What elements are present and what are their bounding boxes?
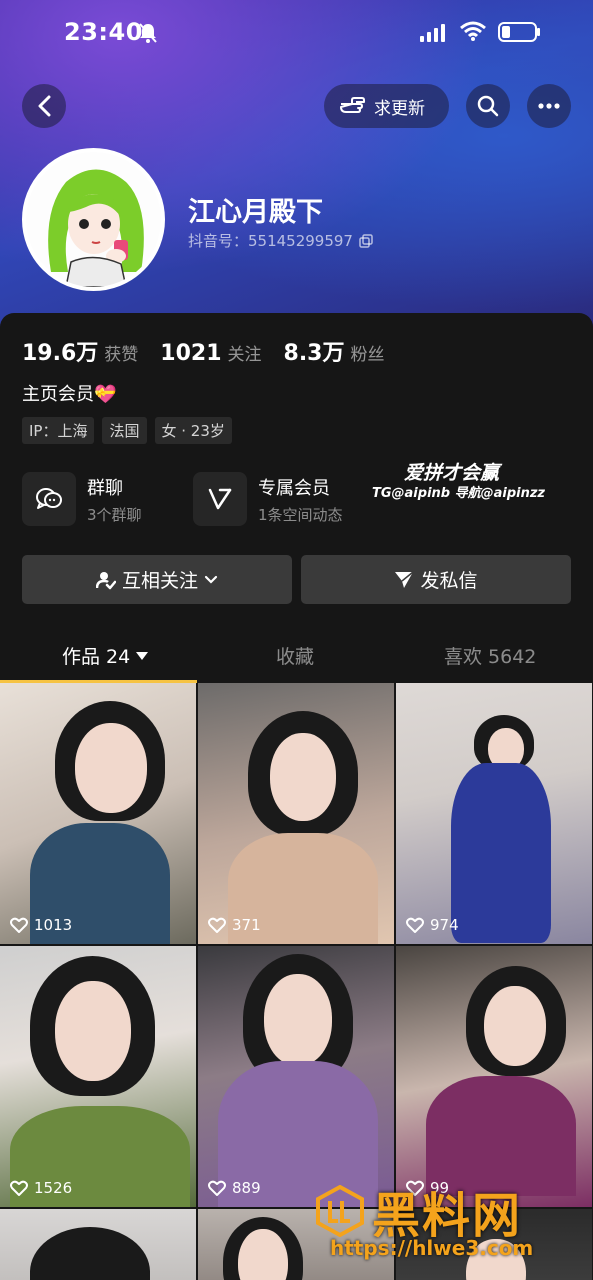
group-chat-icon-box (22, 472, 76, 526)
like-count-value: 974 (430, 916, 459, 934)
like-count: 371 (208, 916, 261, 934)
tab-favorites[interactable]: 收藏 (276, 642, 314, 669)
more-dots-icon (538, 103, 560, 109)
profile-nickname: 江心月殿下 (188, 197, 323, 228)
mutual-follow-label: 互相关注 (121, 570, 198, 592)
video-thumbnail[interactable]: 974 (396, 683, 592, 944)
exclusive-member-title: 专属会员 (258, 477, 330, 499)
more-options-button[interactable] (527, 84, 571, 128)
like-count-value: 1526 (34, 1179, 73, 1197)
group-chat-title: 群聊 (87, 477, 123, 499)
stat-following-number: 1021 (160, 341, 222, 366)
video-thumbnail[interactable]: 1013 (0, 683, 196, 944)
like-count-value: 371 (232, 916, 261, 934)
tag-ip-location: IP：上海 (22, 417, 95, 444)
video-thumbnail[interactable]: 371 (198, 683, 394, 944)
like-count: 1013 (10, 916, 72, 934)
status-bar: 23:40 (0, 0, 593, 66)
heart-outline-icon (10, 917, 28, 933)
profile-tabs: 作品 24 收藏 喜欢 5642 (0, 630, 593, 683)
douyin-id-text: 抖音号：55145299597 (188, 232, 353, 250)
cellular-signal-icon (420, 24, 445, 42)
stat-likes[interactable]: 19.6万 获赞 (22, 335, 138, 367)
heart-outline-icon (208, 1180, 226, 1196)
group-chat-subtitle: 3个群聊 (87, 505, 142, 524)
douyin-id: 抖音号：55145299597 (188, 230, 373, 251)
wifi-icon (460, 21, 486, 41)
tag-country: 法国 (102, 417, 147, 444)
tab-works[interactable]: 作品 24 (62, 642, 149, 669)
send-plane-icon (395, 570, 414, 588)
video-thumbnail[interactable]: 99 (396, 946, 592, 1207)
overlay-watermark-handles: TG@aipinb 导航@aipinzz (372, 486, 545, 501)
profile-avatar[interactable] (22, 148, 165, 291)
back-button[interactable] (22, 84, 66, 128)
chat-bubbles-icon (36, 488, 62, 509)
pointing-hand-icon (340, 97, 365, 113)
exclusive-member-entry[interactable]: 专属会员 1条空间动态 (193, 472, 343, 526)
request-update-label: 求更新 (374, 98, 425, 119)
group-chat-entry[interactable]: 群聊 3个群聊 (22, 472, 142, 526)
send-message-label: 发私信 (420, 570, 478, 592)
caret-down-icon (136, 651, 149, 660)
like-count: 1526 (10, 1179, 72, 1197)
video-thumbnail[interactable]: 1526 (0, 946, 196, 1207)
tab-works-label: 作品 24 (62, 646, 131, 668)
anime-avatar-icon (26, 152, 161, 287)
search-icon (477, 95, 499, 117)
v-badge-icon (208, 488, 232, 510)
site-logo-icon (316, 1185, 364, 1237)
send-message-button[interactable]: 发私信 (301, 555, 571, 604)
stat-likes-label: 获赞 (104, 345, 139, 365)
profile-stats: 19.6万 获赞 1021 关注 8.3万 粉丝 (22, 335, 407, 367)
like-count: 889 (208, 1179, 261, 1197)
video-thumbnail[interactable]: 889 (198, 946, 394, 1207)
stat-following-label: 关注 (227, 345, 262, 365)
heart-outline-icon (10, 1180, 28, 1196)
request-update-button[interactable]: 求更新 (324, 84, 449, 128)
battery-icon (498, 22, 540, 42)
heart-outline-icon (208, 917, 226, 933)
stat-likes-number: 19.6万 (22, 341, 99, 366)
profile-bio: 主页会员💝 (22, 384, 117, 405)
exclusive-member-icon-box (193, 472, 247, 526)
copy-icon[interactable] (359, 233, 373, 248)
stat-following[interactable]: 1021 关注 (160, 340, 261, 366)
chevron-left-icon (38, 95, 51, 117)
like-count-value: 889 (232, 1179, 261, 1197)
overlay-watermark-title: 爱拼才会赢 (404, 462, 500, 484)
profile-tags: IP：上海 法国 女 · 23岁 (22, 417, 232, 444)
tag-gender-age: 女 · 23岁 (154, 417, 232, 444)
user-check-icon (95, 571, 116, 589)
bell-muted-icon (139, 23, 157, 43)
exclusive-member-subtitle: 1条空间动态 (258, 505, 343, 524)
mutual-follow-button[interactable]: 互相关注 (22, 555, 292, 604)
like-count: 974 (406, 916, 459, 934)
chevron-down-icon (204, 575, 218, 584)
like-count-value: 1013 (34, 916, 73, 934)
search-button[interactable] (466, 84, 510, 128)
tab-likes[interactable]: 喜欢 5642 (444, 642, 536, 669)
site-watermark-url: https://hlwe3.com (330, 1236, 534, 1260)
stat-followers[interactable]: 8.3万 粉丝 (284, 335, 385, 367)
stat-followers-label: 粉丝 (350, 345, 385, 365)
heart-outline-icon (406, 917, 424, 933)
stat-followers-number: 8.3万 (283, 341, 345, 366)
status-time: 23:40 (64, 18, 143, 46)
video-thumbnail[interactable] (0, 1209, 196, 1280)
